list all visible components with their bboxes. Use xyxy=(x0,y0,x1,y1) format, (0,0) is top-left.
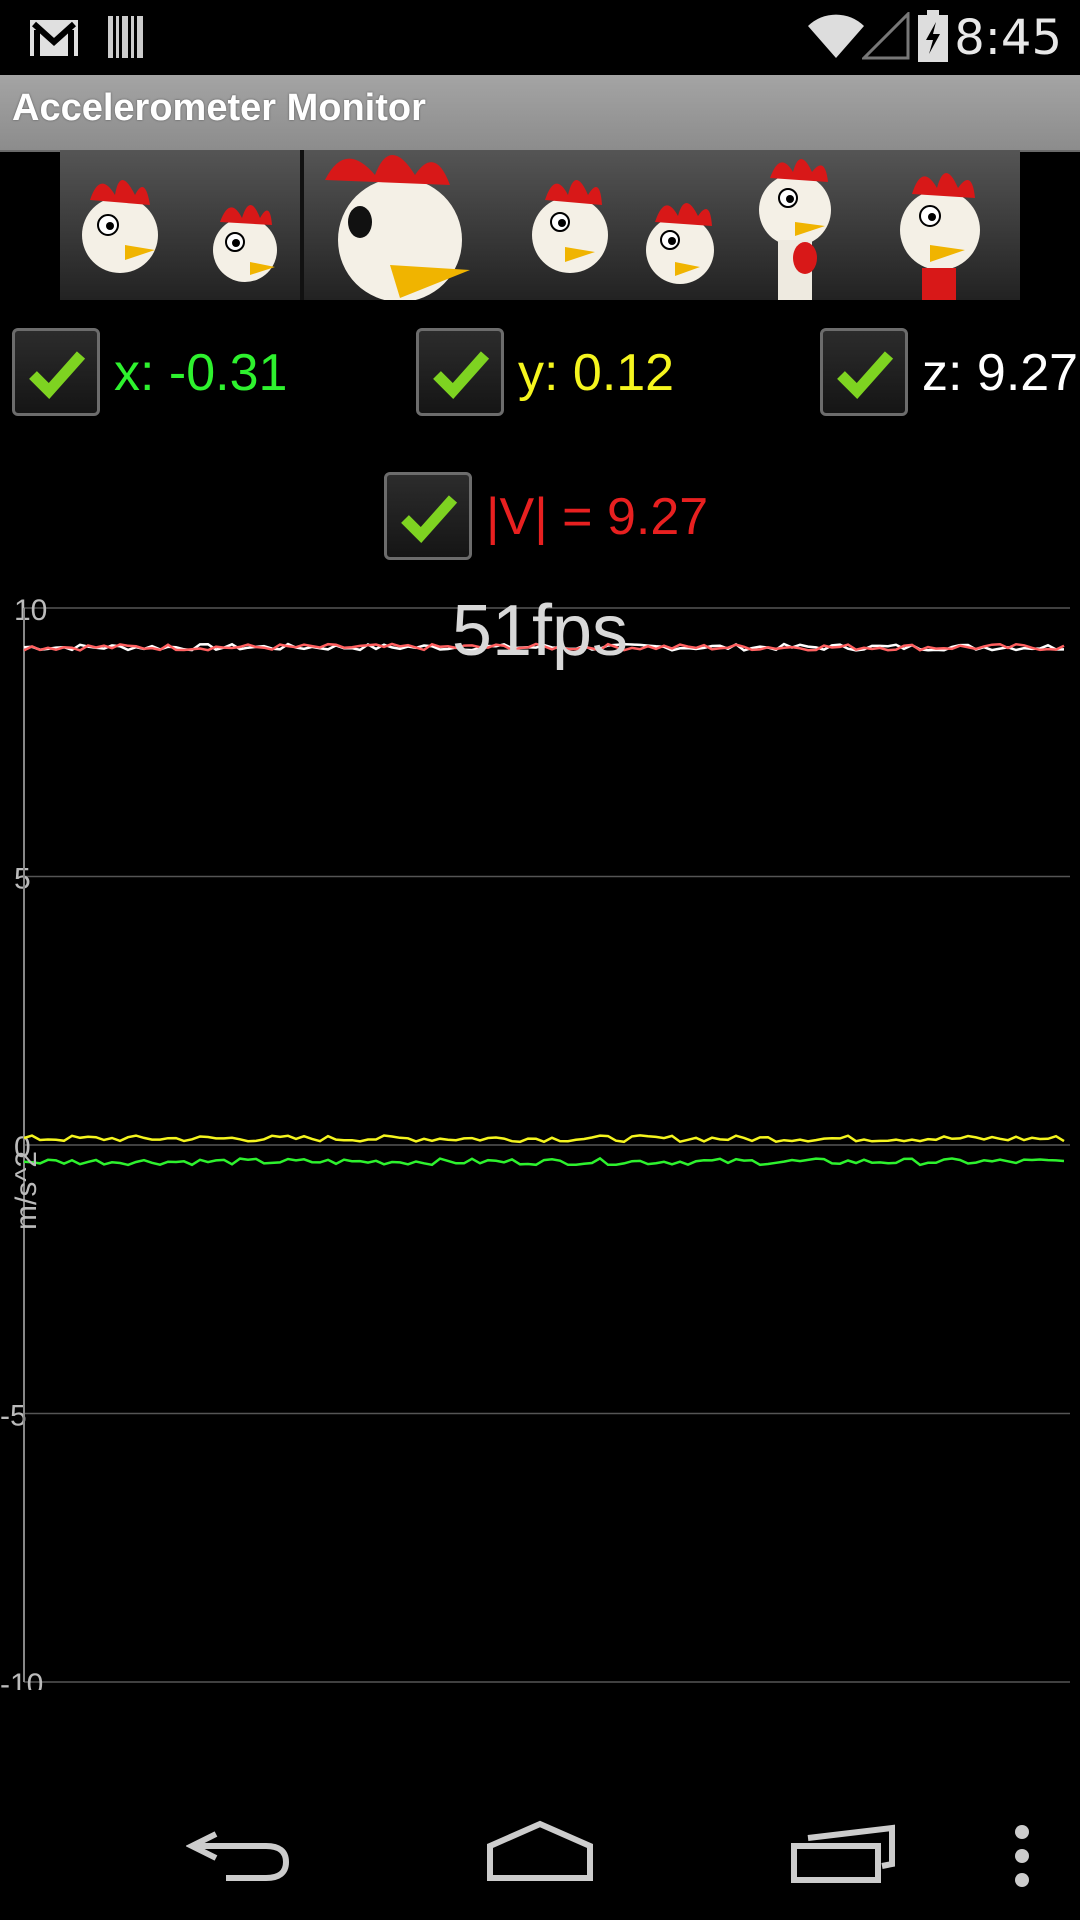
overflow-menu-icon[interactable] xyxy=(1010,1824,1034,1888)
magnitude-reading-label: |V| = 9.27 xyxy=(486,488,709,546)
y-tick-label: -10 xyxy=(0,1668,43,1690)
checkmark-icon xyxy=(837,351,894,400)
home-icon[interactable] xyxy=(484,1820,596,1884)
checkmark-icon xyxy=(433,351,490,400)
barcode-icon xyxy=(108,16,143,58)
axis-toggle-row: x: -0.31 y: 0.12 z: 9.27 xyxy=(0,328,1080,418)
checkmark-icon xyxy=(29,351,86,400)
chart-y-axis: 1050-5-10 xyxy=(0,594,47,1690)
app-title: Accelerometer Monitor xyxy=(12,87,426,129)
navigation-bar xyxy=(0,1780,1080,1920)
ad-banner[interactable] xyxy=(60,150,1020,300)
x-reading-label: x: -0.31 xyxy=(114,344,288,402)
x-checkbox[interactable] xyxy=(12,328,100,416)
status-time: 8:45 xyxy=(954,10,1062,66)
action-bar: Accelerometer Monitor xyxy=(0,75,1080,152)
magnitude-checkbox[interactable] xyxy=(384,472,472,560)
series-line-x xyxy=(23,1156,1065,1167)
z-reading-label: z: 9.27 xyxy=(922,344,1079,402)
gmail-icon xyxy=(30,20,78,56)
y-reading-label: y: 0.12 xyxy=(518,344,675,402)
series-line-y xyxy=(23,1134,1065,1144)
fps-counter: 51fps xyxy=(451,591,629,671)
z-checkbox[interactable] xyxy=(820,328,908,416)
chart-gridlines xyxy=(24,607,1070,1683)
signal-icon xyxy=(862,12,910,60)
back-icon[interactable] xyxy=(186,1824,292,1884)
accelerometer-chart: 1050-5-10 m/s^2 xyxy=(0,594,1070,1690)
chart-series xyxy=(23,642,1065,1167)
checkmark-icon xyxy=(401,495,458,544)
y-tick-label: 5 xyxy=(14,863,31,896)
y-axis-label: m/s^2 xyxy=(10,1151,43,1230)
status-bar: 8:45 xyxy=(0,0,1080,75)
recent-apps-icon[interactable] xyxy=(790,1824,900,1884)
y-checkbox[interactable] xyxy=(416,328,504,416)
chickens-banner-image xyxy=(60,150,1020,300)
battery-charging-icon xyxy=(918,10,948,62)
y-tick-label: -5 xyxy=(0,1400,27,1433)
wifi-icon xyxy=(808,14,864,59)
